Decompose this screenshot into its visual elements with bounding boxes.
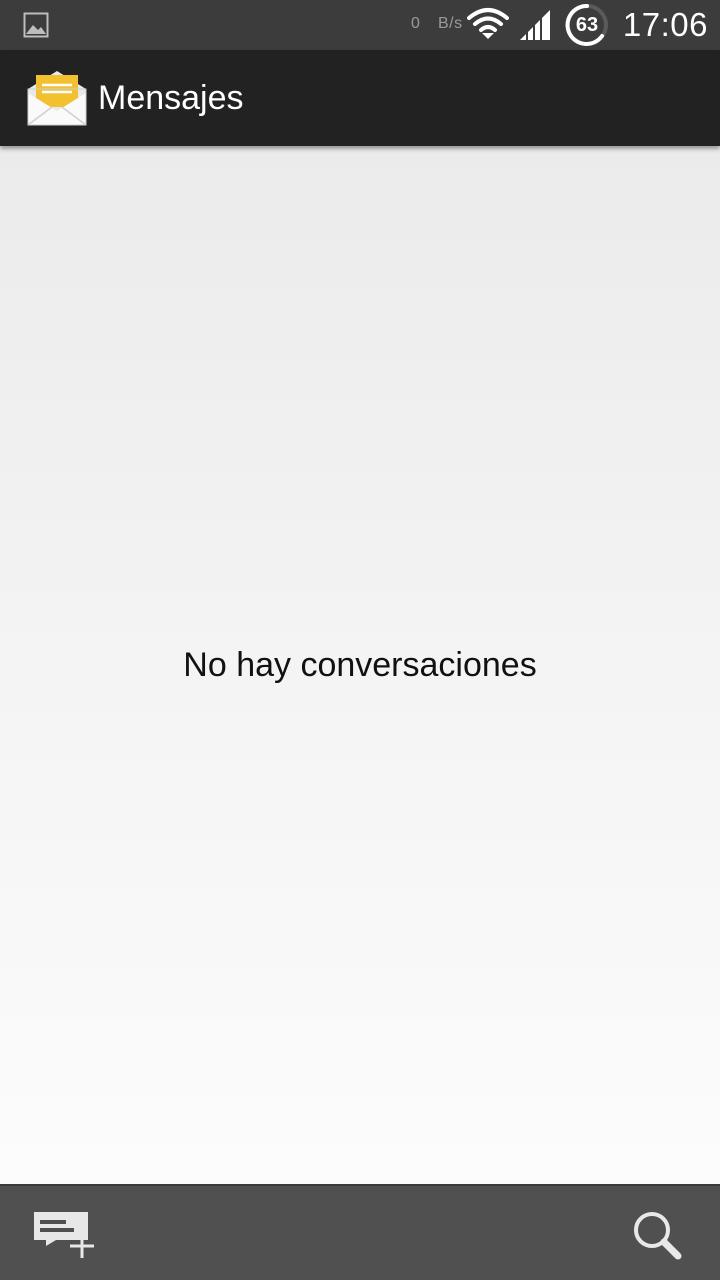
envelope-icon[interactable] <box>24 65 90 129</box>
status-bar: 0 B/s 63 17:06 <box>0 0 720 50</box>
new-message-button[interactable] <box>16 1196 112 1272</box>
search-button[interactable] <box>608 1196 704 1272</box>
gallery-notification-icon <box>23 12 49 38</box>
empty-conversations-message: No hay conversaciones <box>183 646 537 684</box>
bottom-action-bar <box>0 1184 720 1280</box>
status-clock: 17:06 <box>622 6 708 43</box>
battery-level: 63 <box>575 14 599 36</box>
conversation-list: No hay conversaciones <box>0 146 720 1184</box>
wifi-icon <box>467 8 509 39</box>
new-message-icon <box>34 1212 94 1258</box>
signal-icon <box>520 10 550 40</box>
net-speed-unit: B/s <box>438 15 463 32</box>
search-icon <box>634 1212 682 1260</box>
net-speed-value: 0 <box>411 15 421 32</box>
messages-screen: 0 B/s 63 17:06 Mensajes No hay conversac… <box>0 0 720 1280</box>
action-bar: Mensajes <box>0 50 720 146</box>
app-title: Mensajes <box>98 79 244 117</box>
